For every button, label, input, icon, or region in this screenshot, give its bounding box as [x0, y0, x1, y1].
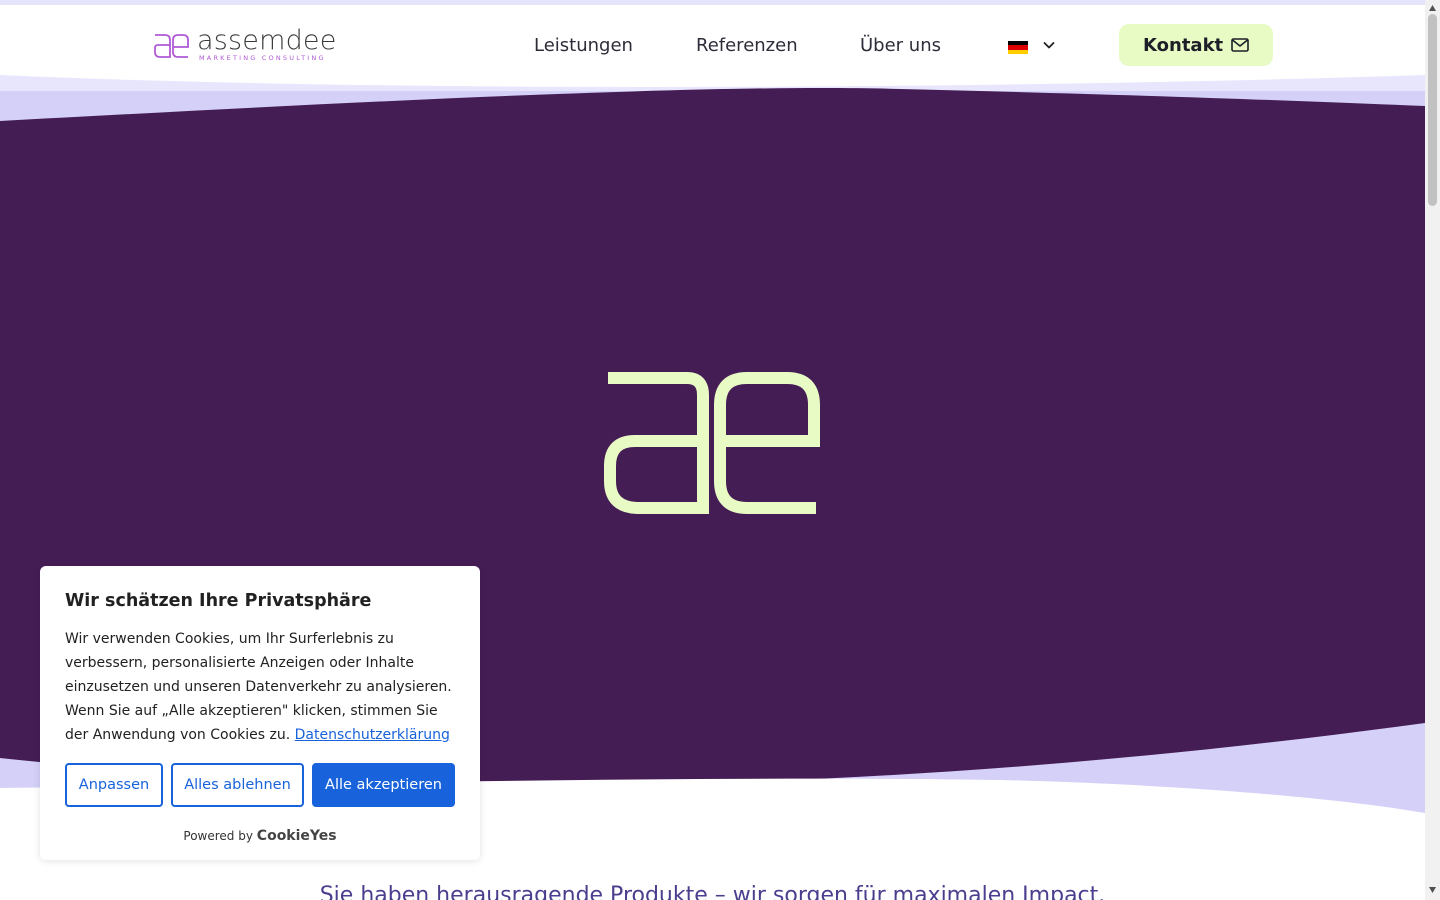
contact-button[interactable]: Kontakt: [1119, 24, 1273, 66]
page-scrollbar[interactable]: [1425, 0, 1440, 900]
cookie-banner-text: Wir verwenden Cookies, um Ihr Surferlebn…: [65, 627, 455, 747]
german-flag-icon: [1008, 41, 1028, 54]
nav-item-referenzen[interactable]: Referenzen: [696, 35, 798, 56]
site-logo[interactable]: assemdee MARKETING CONSULTING: [150, 25, 336, 67]
cookieyes-logo[interactable]: CookieYes: [257, 828, 337, 844]
hero-teaser: Sie haben herausragende Produkte – wir s…: [319, 883, 1106, 900]
powered-by-label: Powered by: [183, 829, 253, 843]
scroll-up-arrow-icon[interactable]: [1428, 4, 1437, 12]
scroll-down-arrow-icon[interactable]: [1428, 886, 1437, 894]
site-header: assemdee MARKETING CONSULTING Leistungen…: [0, 5, 1425, 77]
cookie-customize-button[interactable]: Anpassen: [65, 763, 163, 807]
privacy-policy-link[interactable]: Datenschutzerklärung: [295, 727, 450, 743]
page: assemdee MARKETING CONSULTING Leistungen…: [0, 0, 1425, 900]
contact-button-label: Kontakt: [1143, 34, 1224, 56]
nav-item-leistungen[interactable]: Leistungen: [534, 35, 633, 56]
chevron-down-icon: [1043, 42, 1055, 49]
cookie-reject-button[interactable]: Alles ablehnen: [171, 763, 304, 807]
scrollbar-thumb[interactable]: [1428, 14, 1437, 206]
nav-item-ueber-uns[interactable]: Über uns: [860, 35, 941, 56]
cookie-banner-title: Wir schätzen Ihre Privatsphäre: [65, 591, 372, 611]
ae-monogram-icon: [604, 372, 820, 514]
language-selector[interactable]: [1005, 36, 1060, 58]
powered-by: Powered by CookieYes: [40, 828, 480, 844]
mail-icon: [1231, 38, 1249, 52]
cookie-consent-banner: Wir schätzen Ihre Privatsphäre Wir verwe…: [40, 566, 480, 860]
brand-name: assemdee: [197, 25, 337, 56]
brand-tagline: MARKETING CONSULTING: [199, 54, 326, 62]
cookie-accept-button[interactable]: Alle akzeptieren: [312, 763, 455, 807]
ae-monogram-icon: [154, 34, 189, 58]
